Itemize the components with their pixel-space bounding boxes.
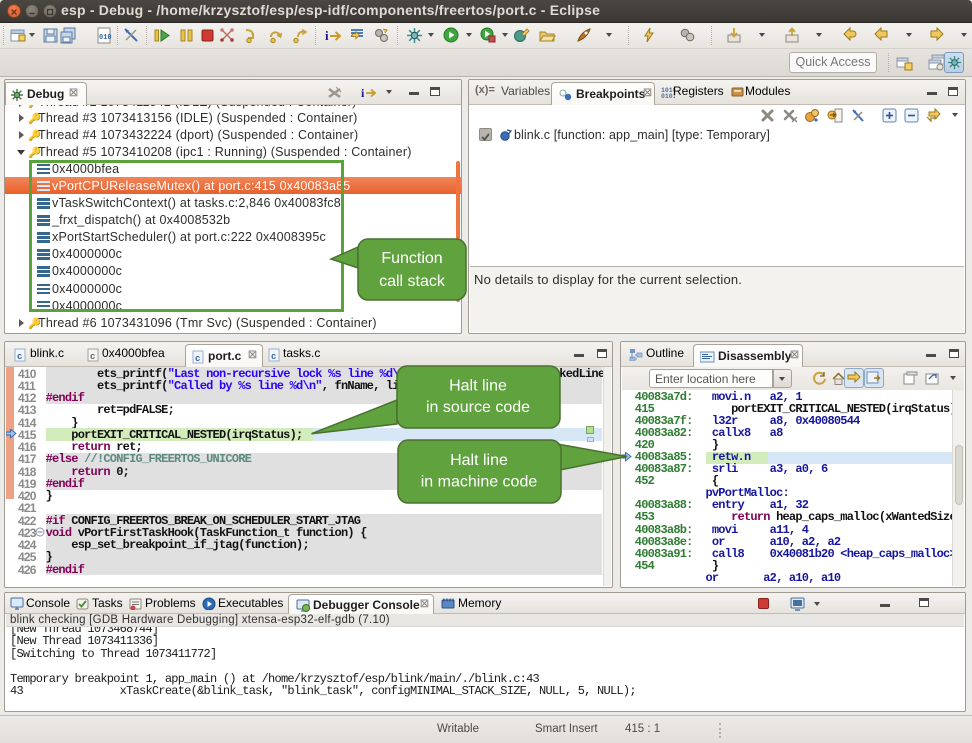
svg-text:010: 010 — [99, 34, 112, 42]
svg-text:c: c — [90, 352, 95, 362]
svg-text:Function: Function — [381, 250, 442, 267]
svg-text:c: c — [271, 352, 276, 362]
svg-text:in source code: in source code — [426, 399, 530, 416]
svg-text:c: c — [195, 354, 200, 364]
svg-text:Halt line: Halt line — [449, 378, 507, 395]
svg-text:i: i — [361, 86, 365, 100]
svg-text:c: c — [17, 352, 22, 362]
svg-text:Halt line: Halt line — [450, 452, 508, 469]
svg-text:call stack: call stack — [379, 273, 446, 290]
svg-text:i: i — [325, 28, 329, 43]
svg-text:in machine code: in machine code — [421, 474, 538, 491]
